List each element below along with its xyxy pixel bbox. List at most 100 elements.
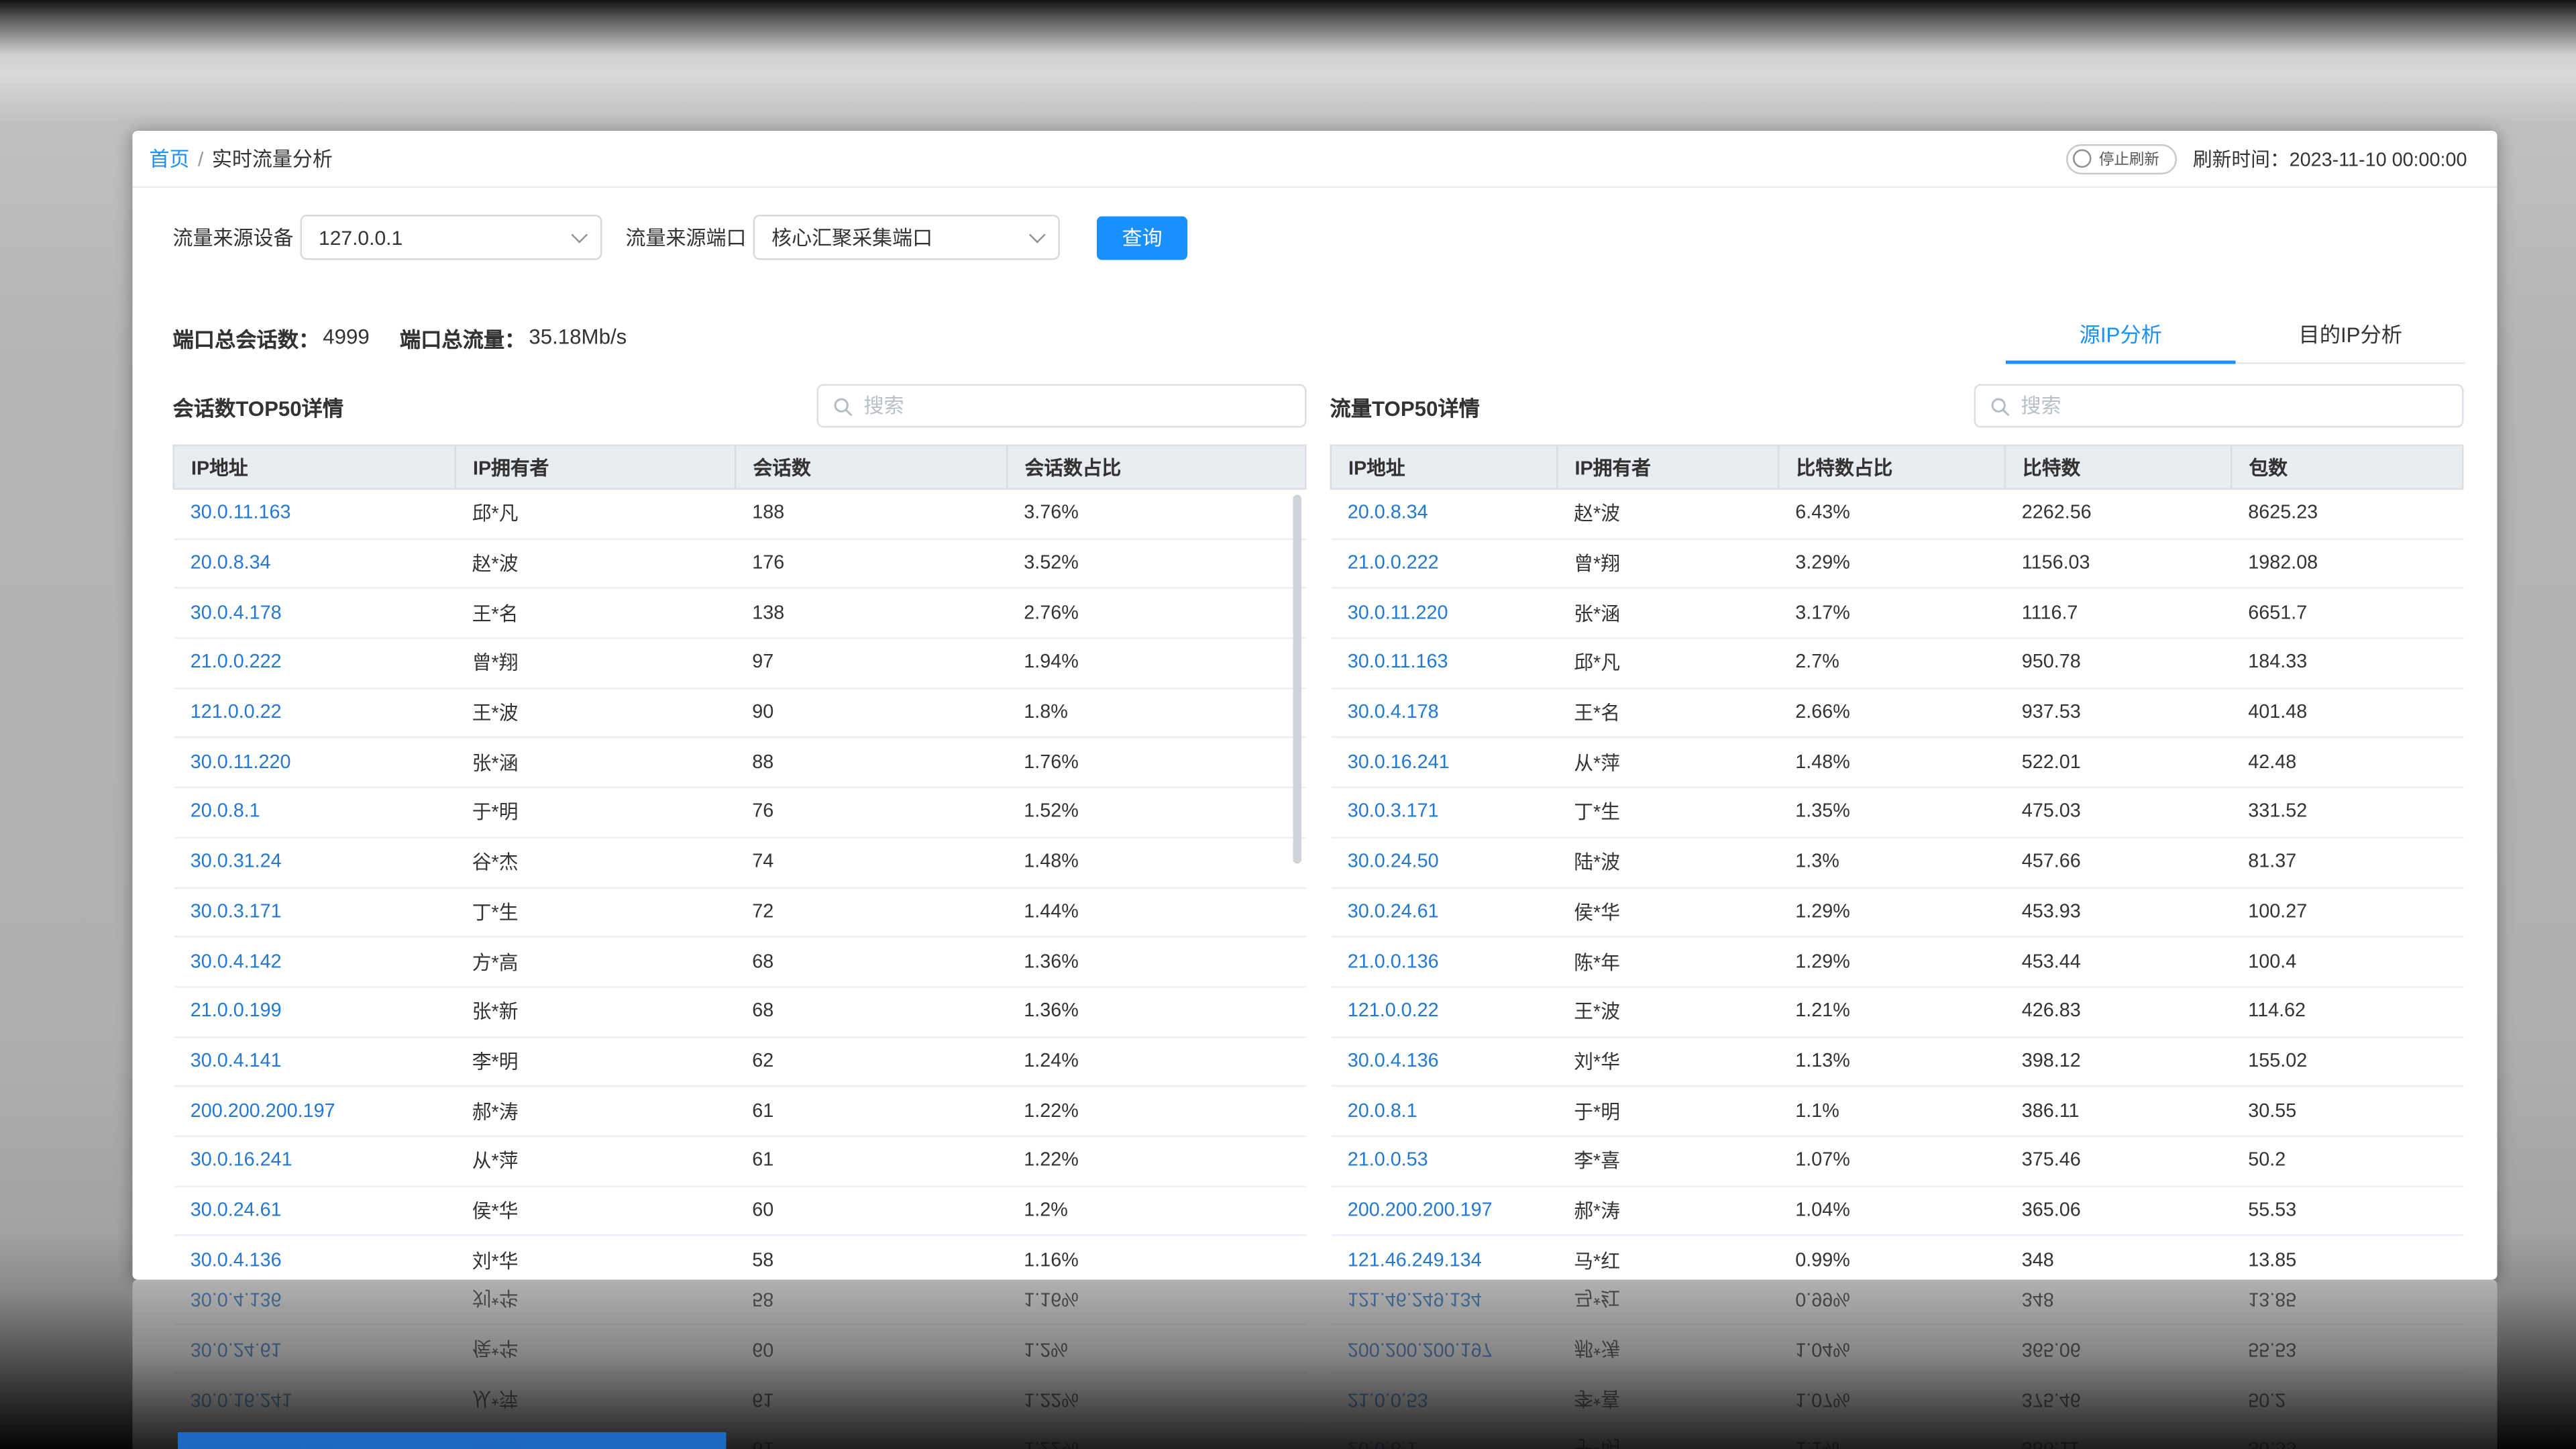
filter-bar: 流量来源设备 127.0.0.1 流量来源端口 核心汇聚采集端口 查询 bbox=[133, 215, 2498, 260]
table-row: 20.0.8.34赵*波1763.52% bbox=[174, 539, 1306, 588]
tab-source-ip-analysis[interactable]: 源IP分析 bbox=[2006, 311, 2236, 363]
table-cell: 1.04% bbox=[1778, 1186, 2005, 1236]
ip-address-link[interactable]: 30.0.11.220 bbox=[1331, 588, 1558, 638]
column-header: IP拥有者 bbox=[455, 445, 736, 489]
ip-address-link[interactable]: 30.0.11.163 bbox=[174, 489, 455, 539]
table-cell: 2.76% bbox=[1007, 588, 1305, 638]
sessions-table-wrap: IP地址IP拥有者会话数会话数占比 30.0.11.163邱*凡1883.76%… bbox=[173, 445, 1307, 1280]
circle-toggle-icon bbox=[2072, 150, 2091, 168]
port-select-value: 核心汇聚采集端口 bbox=[771, 223, 932, 252]
table-cell: 81.37 bbox=[2231, 837, 2463, 887]
table-cell: 68 bbox=[735, 987, 1007, 1036]
ip-address-link[interactable]: 30.0.24.61 bbox=[1331, 888, 1558, 937]
table-cell: 453.44 bbox=[2005, 937, 2232, 987]
ip-address-link[interactable]: 30.0.4.178 bbox=[174, 588, 455, 638]
table-cell: 8625.23 bbox=[2231, 489, 2463, 539]
table-cell: 侯*华 bbox=[1557, 888, 1778, 937]
table-cell: 刘*华 bbox=[1557, 1036, 1778, 1086]
ip-address-link[interactable]: 20.0.8.34 bbox=[1331, 489, 1558, 539]
ip-address-link[interactable]: 121.0.0.22 bbox=[1331, 987, 1558, 1036]
table-cell: 188 bbox=[735, 489, 1007, 539]
ip-address-link[interactable]: 30.0.4.136 bbox=[174, 1236, 455, 1279]
table-cell: 丁*生 bbox=[1557, 788, 1778, 837]
stop-refresh-button[interactable]: 停止刷新 bbox=[2065, 144, 2176, 174]
stats-and-tabs-row: 端口总会话数： 4999 端口总流量： 35.18Mb/s 源IP分析 目的IP… bbox=[133, 311, 2498, 364]
table-cell: 76 bbox=[735, 788, 1007, 837]
table-cell: 6.43% bbox=[1778, 489, 2005, 539]
breadcrumb-home-link[interactable]: 首页 bbox=[150, 144, 190, 173]
traffic-search-box[interactable] bbox=[1974, 384, 2464, 428]
ip-address-link[interactable]: 30.0.16.241 bbox=[174, 1136, 455, 1186]
table-cell: 张*新 bbox=[455, 987, 736, 1036]
ip-address-link[interactable]: 21.0.0.222 bbox=[174, 638, 455, 688]
ip-address-link[interactable]: 21.0.0.136 bbox=[1331, 937, 1558, 987]
table-row: 30.0.16.241从*萍611.22% bbox=[174, 1136, 1306, 1186]
query-button[interactable]: 查询 bbox=[1097, 215, 1187, 259]
device-select[interactable]: 127.0.0.1 bbox=[301, 215, 602, 260]
ip-address-link[interactable]: 30.0.4.136 bbox=[1331, 1036, 1558, 1086]
ip-address-link[interactable]: 21.0.0.222 bbox=[1331, 539, 1558, 588]
ip-address-link[interactable]: 21.0.0.53 bbox=[1331, 1136, 1558, 1186]
main-panel: 首页 / 实时流量分析 停止刷新 刷新时间：2023-11-10 00:00:0… bbox=[133, 131, 2498, 1280]
table-row: 30.0.3.171丁*生1.35%475.03331.52 bbox=[1331, 788, 2463, 837]
ip-address-link[interactable]: 20.0.8.34 bbox=[174, 539, 455, 588]
ip-address-link[interactable]: 30.0.3.171 bbox=[174, 888, 455, 937]
table-row: 30.0.4.142方*高681.36% bbox=[174, 937, 1306, 987]
table-cell: 1.3% bbox=[1778, 837, 2005, 887]
table-row: 20.0.8.1于*明761.52% bbox=[174, 788, 1306, 837]
column-header: 会话数 bbox=[735, 445, 1007, 489]
search-icon bbox=[832, 395, 854, 417]
table-cell: 王*名 bbox=[1557, 688, 1778, 738]
sessions-search-box[interactable] bbox=[817, 384, 1307, 428]
table-cell: 457.66 bbox=[2005, 837, 2232, 887]
table-cell: 375.46 bbox=[2005, 1136, 2232, 1186]
ip-address-link[interactable]: 21.0.0.199 bbox=[174, 987, 455, 1036]
table-cell: 1.94% bbox=[1007, 638, 1305, 688]
ip-address-link[interactable]: 30.0.4.141 bbox=[174, 1036, 455, 1086]
table-cell: 30.55 bbox=[2231, 1086, 2463, 1136]
ip-address-link[interactable]: 30.0.4.142 bbox=[174, 937, 455, 987]
column-header: 包数 bbox=[2231, 445, 2463, 489]
ip-address-link[interactable]: 200.200.200.197 bbox=[1331, 1186, 1558, 1236]
table-cell: 475.03 bbox=[2005, 788, 2232, 837]
table-row: 30.0.4.178王*名1382.76% bbox=[174, 588, 1306, 638]
table-cell: 1.22% bbox=[1007, 1086, 1305, 1136]
ip-address-link[interactable]: 30.0.24.61 bbox=[174, 1186, 455, 1236]
ip-address-link[interactable]: 20.0.8.1 bbox=[1331, 1086, 1558, 1136]
table-cell: 1.36% bbox=[1007, 987, 1305, 1036]
ip-address-link[interactable]: 30.0.4.178 bbox=[1331, 688, 1558, 738]
table-cell: 1.24% bbox=[1007, 1036, 1305, 1086]
table-cell: 王*波 bbox=[455, 688, 736, 738]
table-cell: 365.06 bbox=[2005, 1186, 2232, 1236]
ip-address-link[interactable]: 20.0.8.1 bbox=[174, 788, 455, 837]
column-header: IP拥有者 bbox=[1557, 445, 1778, 489]
scrollbar-thumb[interactable] bbox=[1293, 495, 1302, 864]
ip-address-link[interactable]: 121.46.249.134 bbox=[1331, 1236, 1558, 1279]
sessions-top50-section: 会话数TOP50详情 IP地址IP拥有者会话数会话数占比 30.0.11.163… bbox=[173, 384, 1307, 1280]
ip-address-link[interactable]: 200.200.200.197 bbox=[174, 1086, 455, 1136]
table-cell: 1.16% bbox=[1007, 1236, 1305, 1279]
ip-address-link[interactable]: 30.0.11.163 bbox=[1331, 638, 1558, 688]
table-cell: 1.2% bbox=[1007, 1186, 1305, 1236]
table-row: 200.200.200.197郝*涛1.04%365.0655.53 bbox=[1331, 1186, 2463, 1236]
sessions-search-input[interactable] bbox=[864, 394, 1292, 418]
ip-address-link[interactable]: 30.0.31.24 bbox=[174, 837, 455, 887]
port-stats: 端口总会话数： 4999 端口总流量： 35.18Mb/s bbox=[173, 321, 627, 354]
tab-destination-ip-analysis[interactable]: 目的IP分析 bbox=[2236, 311, 2466, 363]
table-row: 21.0.0.199张*新681.36% bbox=[174, 987, 1306, 1036]
ip-address-link[interactable]: 30.0.24.50 bbox=[1331, 837, 1558, 887]
table-cell: 55.53 bbox=[2231, 1186, 2463, 1236]
ip-address-link[interactable]: 30.0.16.241 bbox=[1331, 738, 1558, 788]
traffic-section-header: 流量TOP50详情 bbox=[1330, 384, 2464, 428]
table-cell: 138 bbox=[735, 588, 1007, 638]
ip-address-link[interactable]: 30.0.11.220 bbox=[174, 738, 455, 788]
table-cell: 61 bbox=[735, 1086, 1007, 1136]
table-row: 200.200.200.197郝*涛611.22% bbox=[174, 1086, 1306, 1136]
traffic-search-input[interactable] bbox=[2021, 394, 2449, 418]
ip-address-link[interactable]: 121.0.0.22 bbox=[174, 688, 455, 738]
table-cell: 曾*翔 bbox=[455, 638, 736, 688]
port-select[interactable]: 核心汇聚采集端口 bbox=[753, 215, 1061, 260]
ip-address-link[interactable]: 30.0.3.171 bbox=[1331, 788, 1558, 837]
table-row: 30.0.16.241从*萍1.48%522.0142.48 bbox=[1331, 738, 2463, 788]
table-cell: 937.53 bbox=[2005, 688, 2232, 738]
